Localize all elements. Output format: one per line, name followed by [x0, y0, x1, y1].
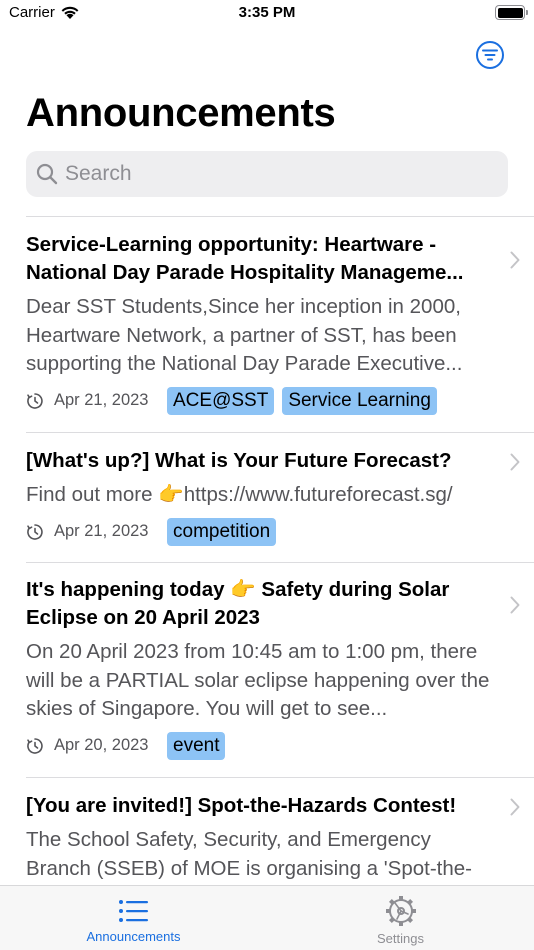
announcement-date: Apr 20, 2023 — [54, 736, 149, 754]
filter-icon — [476, 41, 504, 69]
tab-announcements[interactable]: Announcements — [0, 886, 267, 950]
search-input[interactable] — [65, 162, 485, 186]
announcement-row[interactable]: Service-Learning opportunity: Heartware … — [26, 216, 534, 432]
filter-button[interactable] — [475, 40, 505, 70]
tag-badge: ACE@SST — [167, 386, 275, 415]
announcement-meta: Apr 21, 2023 ACE@SST Service Learning — [26, 386, 494, 415]
tag-badge: competition — [167, 517, 277, 546]
tag-badge: Service Learning — [282, 386, 437, 415]
announcement-row[interactable]: [You are invited!] Spot-the-Hazards Cont… — [26, 777, 534, 887]
announcement-title: Service-Learning opportunity: Heartware … — [26, 233, 464, 284]
announcement-title: It's happening today 👉 Safety during Sol… — [26, 578, 450, 629]
announcement-date: Apr 21, 2023 — [54, 522, 149, 540]
announcement-snippet: Find out more 👉https://www.futureforecas… — [26, 483, 453, 506]
search-bar[interactable] — [26, 151, 508, 197]
announcement-title: [You are invited!] Spot-the-Hazards Cont… — [26, 794, 457, 817]
announcement-snippet: Dear SST Students,Since her inception in… — [26, 295, 463, 375]
announcement-date: Apr 21, 2023 — [54, 391, 149, 409]
tab-settings[interactable]: Settings — [267, 886, 534, 950]
battery-icon — [495, 5, 528, 20]
status-bar: Carrier 3:35 PM — [0, 0, 534, 30]
list-icon — [118, 900, 148, 922]
clock-icon — [27, 392, 43, 409]
status-time: 3:35 PM — [238, 4, 296, 21]
announcement-snippet: On 20 April 2023 from 10:45 am to 1:00 p… — [26, 640, 490, 720]
clock-icon — [27, 737, 43, 754]
announcement-list: Service-Learning opportunity: Heartware … — [0, 216, 534, 887]
announcement-row[interactable]: It's happening today 👉 Safety during Sol… — [26, 562, 534, 777]
tab-label: Announcements — [86, 929, 181, 944]
announcement-meta: Apr 20, 2023 event — [26, 731, 494, 760]
clock-icon — [27, 523, 43, 540]
announcement-meta: Apr 21, 2023 competition — [26, 517, 494, 546]
announcement-snippet: The School Safety, Security, and Emergen… — [26, 828, 472, 880]
page-title: Announcements — [26, 91, 336, 135]
announcement-row[interactable]: [What's up?] What is Your Future Forecas… — [26, 432, 534, 562]
tab-label: Settings — [377, 931, 424, 946]
search-icon — [36, 163, 58, 185]
chevron-right-icon — [510, 596, 520, 614]
chevron-right-icon — [510, 251, 520, 269]
announcement-title: [What's up?] What is Your Future Forecas… — [26, 449, 452, 472]
chevron-right-icon — [510, 798, 520, 816]
tab-bar: Announcements Settings — [0, 885, 534, 950]
chevron-right-icon — [510, 453, 520, 471]
gear-icon — [385, 896, 416, 926]
tag-badge: event — [167, 731, 226, 760]
